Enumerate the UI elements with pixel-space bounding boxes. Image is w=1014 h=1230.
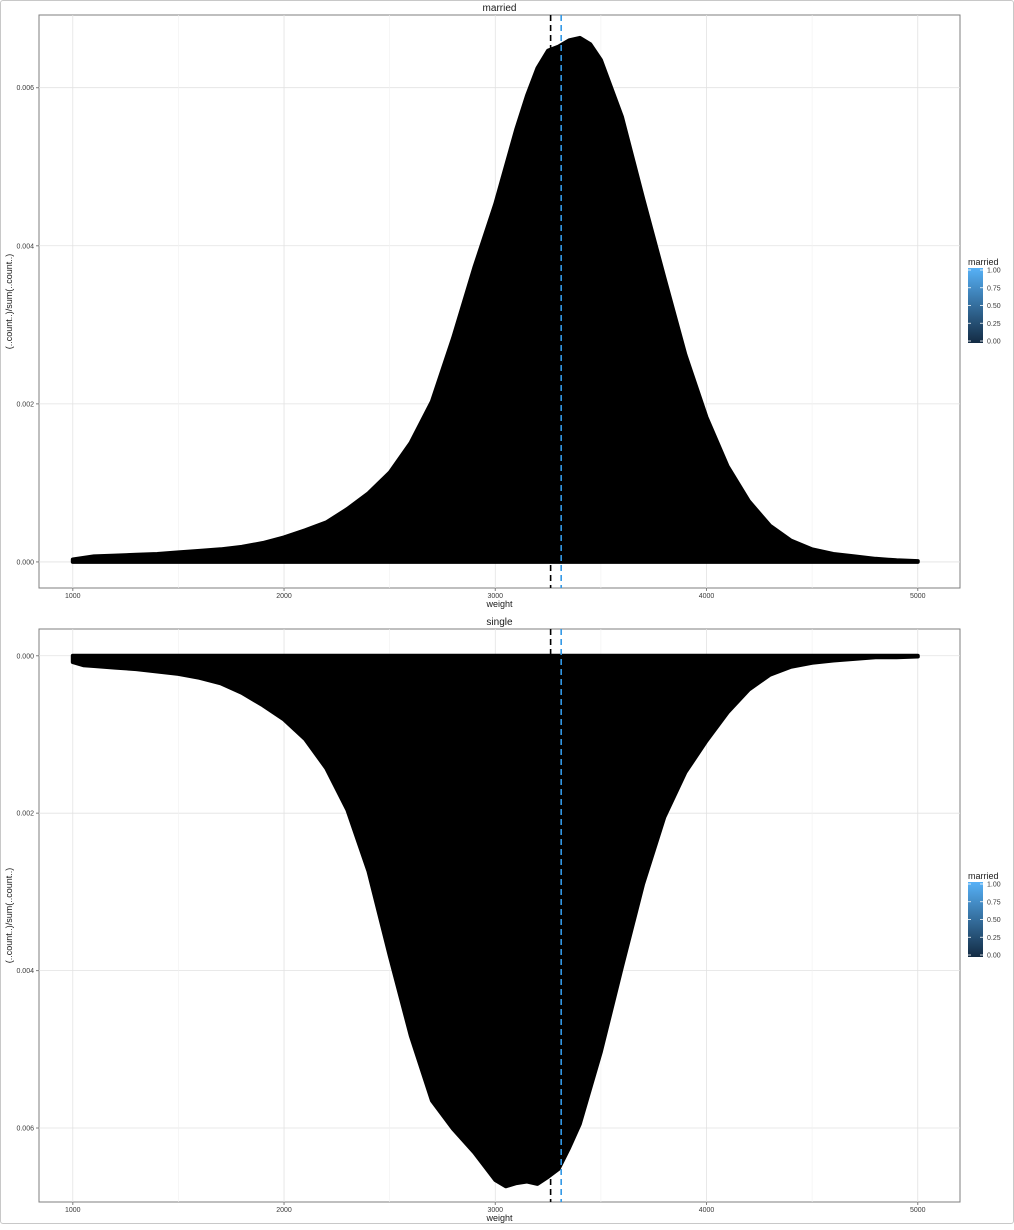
legend-label: 0.75 — [987, 899, 1001, 906]
panel-single: single1000 2000 3000 4000 50000.0000.0020.00… — [4, 617, 1001, 1223]
x-tick-label: 4000 — [699, 593, 715, 600]
x-tick-label: 1000 — [65, 593, 81, 600]
legend-label: 0.50 — [987, 303, 1001, 310]
chart-window: married 1000 2000 3000 4000 5000 0.000 0.002 0.0… — [0, 0, 1014, 1224]
panel-title: married — [483, 3, 517, 14]
x-tick-label: 2000 — [276, 593, 292, 600]
legend: married1.00 0.75 0.50 0.25 0.00 — [968, 257, 1001, 346]
legend-label: 1.00 — [987, 882, 1001, 889]
faceted-density-chart: married1000 2000 3000 4000 50000.0000.0020.0… — [4, 3, 1001, 1223]
x-tick-label: 1000 — [65, 1207, 81, 1214]
x-tick-label: 4000 — [699, 1207, 715, 1214]
y-tick-label: 0.006 — [16, 1126, 34, 1133]
legend-label: 0.25 — [987, 321, 1001, 328]
legend-label: 0.50 — [987, 917, 1001, 924]
legend-label: 0.25 — [987, 935, 1001, 942]
x-axis-label: weight — [485, 1213, 513, 1223]
legend-label: 0.75 — [987, 285, 1001, 292]
legend: married1.00 0.75 0.50 0.25 0.00 — [968, 871, 1001, 960]
y-tick-label: 0.002 — [16, 401, 34, 408]
y-tick-label: 0.006 — [16, 85, 34, 92]
panel-married: married1000 2000 3000 4000 50000.0000.0020.0… — [4, 3, 1001, 609]
y-tick-label: 0.004 — [16, 243, 34, 250]
legend-label: 0.00 — [987, 339, 1001, 346]
x-tick-label: 5000 — [910, 1207, 926, 1214]
legend-label: 1.00 — [987, 268, 1001, 275]
y-tick-label: 0.000 — [16, 559, 34, 566]
y-axis-label: (..count..)/sum(..count..) — [4, 868, 14, 964]
y-axis-label: (..count..)/sum(..count..) — [4, 254, 14, 350]
legend-title: married — [968, 871, 999, 881]
x-tick-label: 2000 — [276, 1207, 292, 1214]
panel-title: single — [486, 617, 513, 628]
x-axis-label: weight — [485, 599, 513, 609]
legend-title: married — [968, 257, 999, 267]
legend-label: 0.00 — [987, 953, 1001, 960]
y-tick-label: 0.000 — [16, 653, 34, 660]
y-tick-label: 0.002 — [16, 811, 34, 818]
x-tick-label: 5000 — [910, 593, 926, 600]
y-tick-label: 0.004 — [16, 968, 34, 975]
